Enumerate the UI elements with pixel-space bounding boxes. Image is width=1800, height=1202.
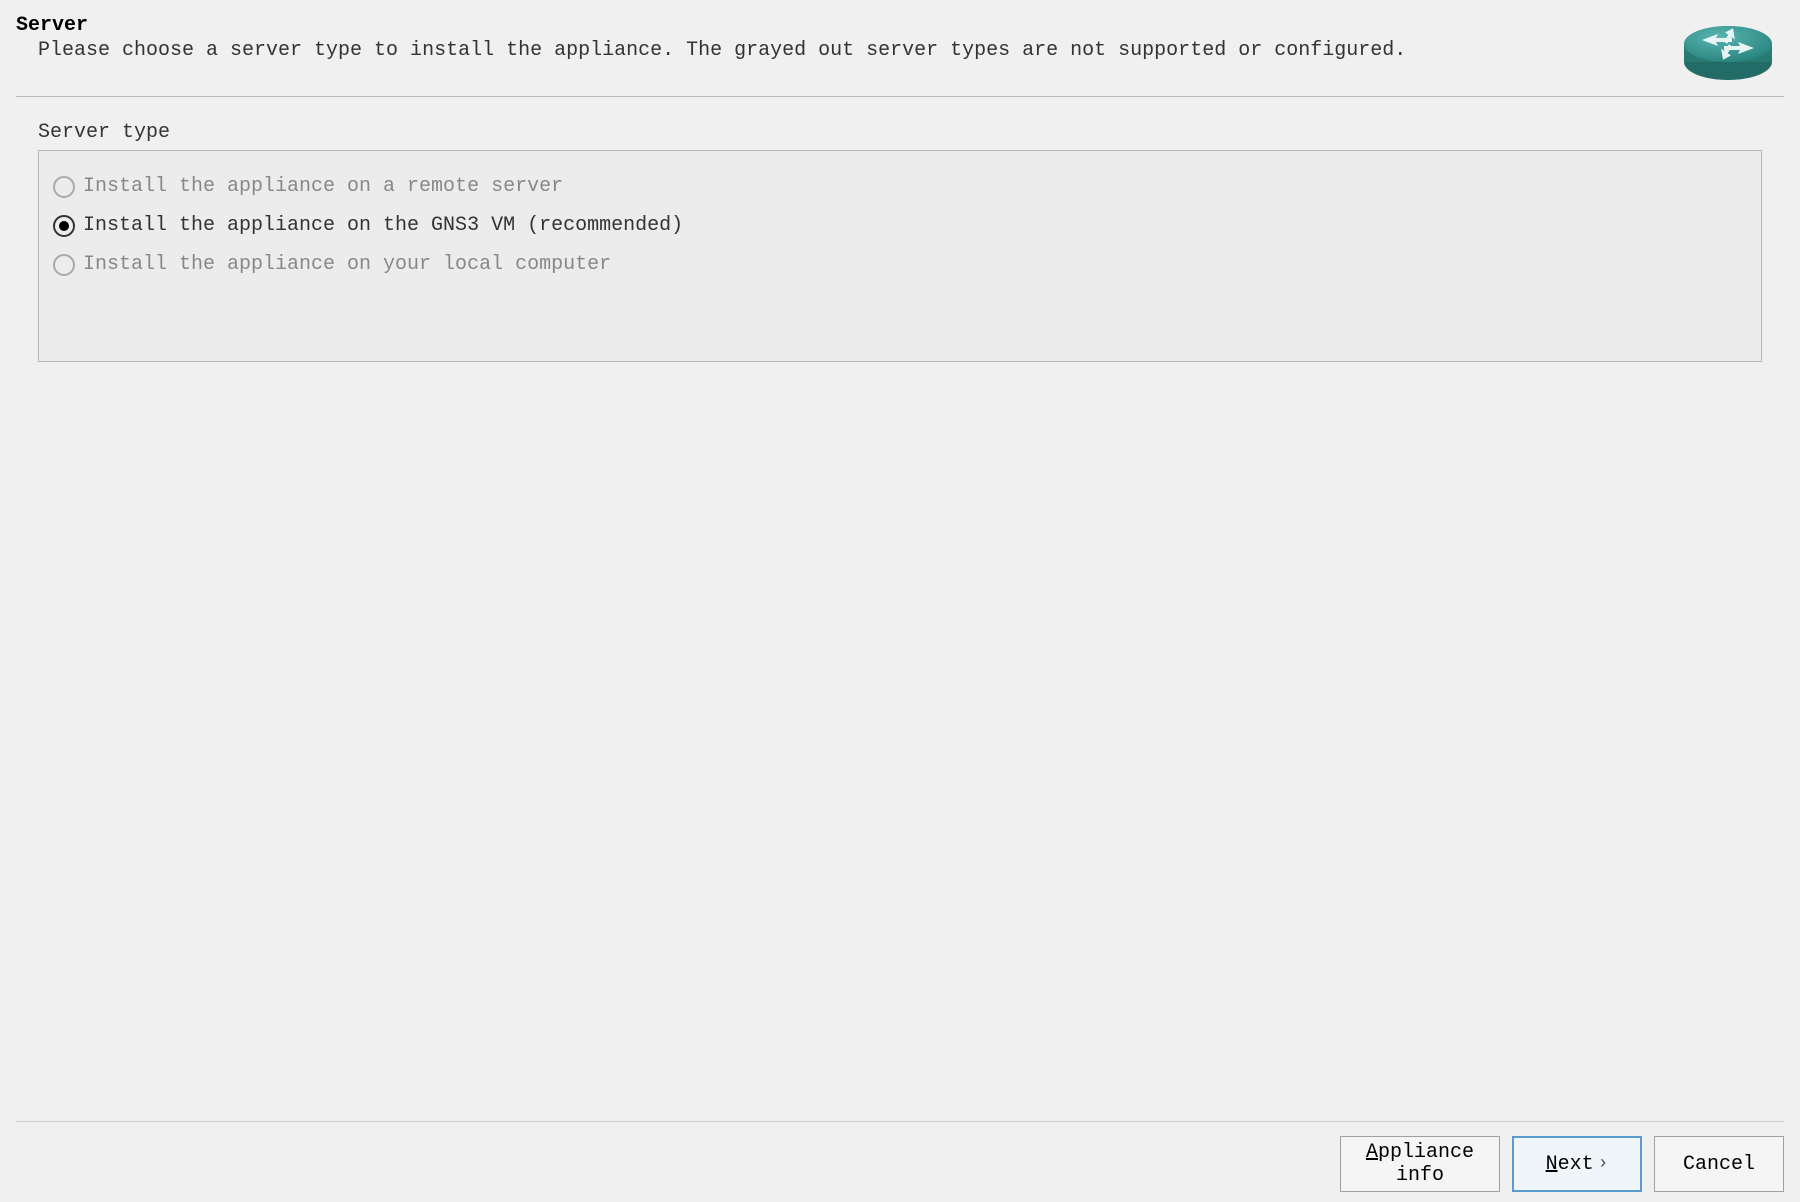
radio-circle-icon	[53, 215, 75, 237]
chevron-right-icon: ›	[1598, 1154, 1609, 1174]
page-subtitle: Please choose a server type to install t…	[16, 39, 1680, 62]
radio-remote-server: Install the appliance on a remote server	[53, 167, 1747, 206]
radio-label: Install the appliance on a remote server	[83, 175, 563, 198]
section-label: Server type	[38, 121, 1762, 144]
router-icon	[1680, 14, 1776, 82]
radio-circle-icon	[53, 176, 75, 198]
content: Server type Install the appliance on a r…	[16, 97, 1784, 1121]
radio-gns3-vm[interactable]: Install the appliance on the GNS3 VM (re…	[53, 206, 1747, 245]
header-text: Server Please choose a server type to in…	[16, 14, 1680, 62]
appliance-info-button[interactable]: Appliance info	[1340, 1136, 1500, 1192]
header: Server Please choose a server type to in…	[16, 14, 1784, 97]
radio-label: Install the appliance on your local comp…	[83, 253, 611, 276]
radio-label: Install the appliance on the GNS3 VM (re…	[83, 214, 683, 237]
page-title: Server	[16, 14, 1680, 37]
next-button[interactable]: Next ›	[1512, 1136, 1642, 1192]
server-type-group: Install the appliance on a remote server…	[38, 150, 1762, 362]
footer: Appliance info Next › Cancel	[16, 1121, 1784, 1192]
radio-circle-icon	[53, 254, 75, 276]
cancel-button[interactable]: Cancel	[1654, 1136, 1784, 1192]
radio-local-computer: Install the appliance on your local comp…	[53, 245, 1747, 284]
